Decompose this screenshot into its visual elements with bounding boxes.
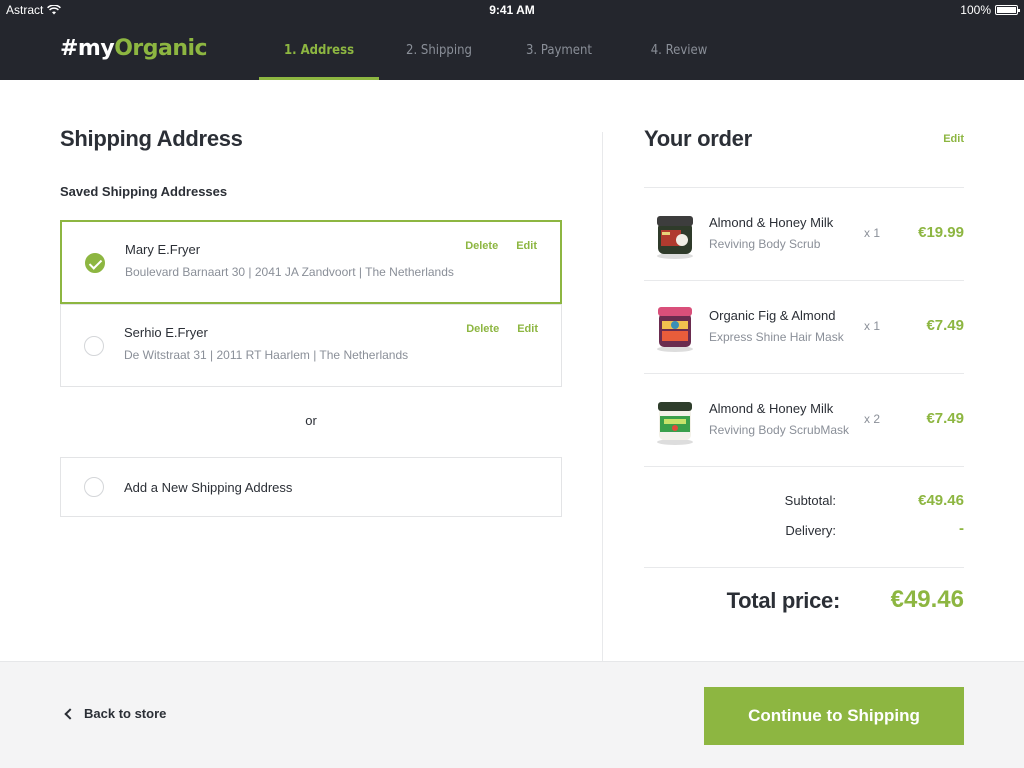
item-quantity: x 2 xyxy=(864,412,881,426)
continue-to-shipping-button[interactable]: Continue to Shipping xyxy=(704,687,964,745)
delete-address-link[interactable]: Delete xyxy=(466,323,499,335)
brand-name: Organic xyxy=(114,36,208,61)
add-new-address-option[interactable]: Add a New Shipping Address xyxy=(60,457,562,517)
delete-address-link[interactable]: Delete xyxy=(465,240,498,252)
address-name: Serhio E.Fryer xyxy=(124,325,208,340)
item-name: Almond & Honey Milk xyxy=(709,215,834,230)
address-line: De Witstraat 31 | 2011 RT Haarlem | The … xyxy=(124,348,409,362)
order-title: Your order xyxy=(644,126,752,151)
brand-logo[interactable]: #myOrganic xyxy=(60,36,208,61)
step-review[interactable]: 4. Review xyxy=(619,20,739,80)
address-card[interactable]: Serhio E.Fryer De Witstraat 31 | 2011 RT… xyxy=(60,304,562,387)
divider xyxy=(644,466,964,467)
item-quantity: x 1 xyxy=(864,226,881,240)
clock: 9:41 AM xyxy=(489,3,535,17)
item-quantity: x 1 xyxy=(864,319,881,333)
delivery-value: - xyxy=(959,520,964,537)
edit-order-link[interactable]: Edit xyxy=(943,133,964,145)
divider xyxy=(644,567,964,568)
subtotal-label: Subtotal: xyxy=(784,493,836,508)
saved-addresses-heading: Saved Shipping Addresses xyxy=(60,184,228,199)
jar-scrub-icon xyxy=(657,216,693,259)
address-card-selected[interactable]: Mary E.Fryer Boulevard Barnaart 30 | 204… xyxy=(60,220,562,304)
total-label: Total price: xyxy=(726,588,841,613)
delivery-label: Delivery: xyxy=(785,523,836,538)
item-description: Reviving Body ScrubMask xyxy=(709,423,850,437)
step-shipping[interactable]: 2. Shipping xyxy=(379,20,499,80)
item-price: €19.99 xyxy=(918,224,964,241)
address-line: Boulevard Barnaart 30 | 2041 JA Zandvoor… xyxy=(125,265,454,279)
step-address[interactable]: 1. Address xyxy=(259,20,379,80)
item-description: Reviving Body Scrub xyxy=(709,237,821,251)
checkout-footer: Back to store Continue to Shipping xyxy=(0,661,1024,768)
checkout-steps: 1. Address 2. Shipping 3. Payment 4. Rev… xyxy=(259,20,739,80)
back-to-store-link[interactable]: Back to store xyxy=(64,706,167,721)
item-name: Almond & Honey Milk xyxy=(709,401,834,416)
address-actions: Delete Edit xyxy=(466,323,538,335)
page-title: Shipping Address xyxy=(60,126,243,151)
step-payment[interactable]: 3. Payment xyxy=(499,20,619,80)
order-item: Organic Fig & Almond Express Shine Hair … xyxy=(644,281,964,374)
edit-address-link[interactable]: Edit xyxy=(516,240,537,252)
or-separator: or xyxy=(305,413,317,428)
radio-icon[interactable] xyxy=(84,336,104,356)
subtotal-value: €49.46 xyxy=(918,492,964,509)
jar-fig-icon xyxy=(657,307,693,352)
battery-percent: 100% xyxy=(960,3,991,17)
item-price: €7.49 xyxy=(926,317,964,334)
battery-icon xyxy=(995,5,1020,15)
radio-icon[interactable] xyxy=(84,477,104,497)
brand-prefix: #my xyxy=(60,36,115,61)
address-actions: Delete Edit xyxy=(465,240,537,252)
order-item: Almond & Honey Milk Reviving Body ScrubM… xyxy=(644,374,964,467)
add-new-address-label: Add a New Shipping Address xyxy=(124,480,293,495)
back-to-store-label: Back to store xyxy=(84,706,167,721)
item-price: €7.49 xyxy=(926,410,964,427)
item-name: Organic Fig & Almond xyxy=(709,308,836,323)
order-item: Almond & Honey Milk Reviving Body Scrub … xyxy=(644,188,964,281)
app-header: Astract 9:41 AM 100% #myOrganic 1. Addre… xyxy=(0,0,1024,80)
status-bar: Astract 9:41 AM 100% xyxy=(0,0,1024,20)
total-value: €49.46 xyxy=(890,586,964,613)
jar-green-icon xyxy=(657,402,693,445)
address-name: Mary E.Fryer xyxy=(125,242,201,257)
chevron-left-icon xyxy=(64,707,76,720)
battery-indicator: 100% xyxy=(960,3,1020,17)
column-divider xyxy=(602,132,603,661)
edit-address-link[interactable]: Edit xyxy=(517,323,538,335)
item-description: Express Shine Hair Mask xyxy=(709,330,844,344)
radio-checked-icon[interactable] xyxy=(85,253,105,273)
